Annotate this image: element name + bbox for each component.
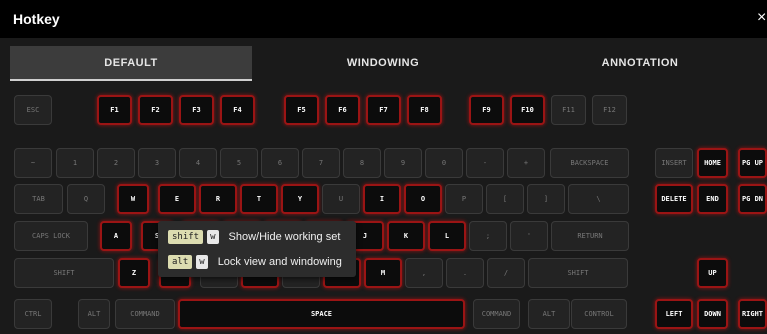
key-f7[interactable]: F7 bbox=[366, 95, 401, 125]
key-tab[interactable]: TAB bbox=[14, 184, 63, 214]
key-esc[interactable]: ESC bbox=[14, 95, 52, 125]
key-alt[interactable]: ALT bbox=[528, 299, 570, 329]
key-command[interactable]: COMMAND bbox=[115, 299, 175, 329]
key-sym1-12[interactable]: + bbox=[507, 148, 545, 178]
key-w[interactable]: W bbox=[117, 184, 149, 214]
key-alt[interactable]: ALT bbox=[78, 299, 110, 329]
key-sym3-10[interactable]: ; bbox=[469, 221, 507, 251]
key-sym4-8[interactable]: , bbox=[405, 258, 443, 288]
key-f2[interactable]: F2 bbox=[138, 95, 173, 125]
key-f5[interactable]: F5 bbox=[284, 95, 319, 125]
key-command[interactable]: COMMAND bbox=[473, 299, 520, 329]
key-y[interactable]: Y bbox=[281, 184, 319, 214]
key-up[interactable]: UP bbox=[697, 258, 728, 288]
key-9[interactable]: 9 bbox=[384, 148, 422, 178]
key-delete[interactable]: DELETE bbox=[655, 184, 693, 214]
key-backspace[interactable]: BACKSPACE bbox=[550, 148, 629, 178]
key-f11[interactable]: F11 bbox=[551, 95, 586, 125]
key-sym2-12[interactable]: ] bbox=[527, 184, 565, 214]
key-q[interactable]: Q bbox=[67, 184, 105, 214]
key-p[interactable]: P bbox=[445, 184, 483, 214]
key-m[interactable]: M bbox=[364, 258, 402, 288]
key-sym2-13[interactable]: \ bbox=[568, 184, 629, 214]
key-f10[interactable]: F10 bbox=[510, 95, 545, 125]
key-sym2-11[interactable]: [ bbox=[486, 184, 524, 214]
key-f6[interactable]: F6 bbox=[325, 95, 360, 125]
tooltip-description: Lock view and windowing bbox=[217, 256, 342, 268]
key-f9[interactable]: F9 bbox=[469, 95, 504, 125]
key-shift[interactable]: SHIFT bbox=[14, 258, 114, 288]
key-ctrl[interactable]: CTRL bbox=[14, 299, 52, 329]
key-e[interactable]: E bbox=[158, 184, 196, 214]
key-8[interactable]: 8 bbox=[343, 148, 381, 178]
tooltip-row: shift w Show/Hide working set bbox=[168, 229, 340, 245]
key-t[interactable]: T bbox=[240, 184, 278, 214]
key-left[interactable]: LEFT bbox=[655, 299, 693, 329]
key-sym1-0[interactable]: ~ bbox=[14, 148, 52, 178]
key-sym4-9[interactable]: . bbox=[446, 258, 484, 288]
key-2[interactable]: 2 bbox=[97, 148, 135, 178]
key-badge: w bbox=[196, 255, 208, 269]
key-pg-up[interactable]: PG UP bbox=[738, 148, 767, 178]
key-pg-dn[interactable]: PG DN bbox=[738, 184, 767, 214]
tooltip-description: Show/Hide working set bbox=[228, 231, 341, 243]
key-down[interactable]: DOWN bbox=[697, 299, 728, 329]
key-shift[interactable]: SHIFT bbox=[528, 258, 628, 288]
key-a[interactable]: A bbox=[100, 221, 132, 251]
key-6[interactable]: 6 bbox=[261, 148, 299, 178]
key-return[interactable]: RETURN bbox=[551, 221, 629, 251]
modifier-key-badge: shift bbox=[168, 230, 204, 244]
key-r[interactable]: R bbox=[199, 184, 237, 214]
key-home[interactable]: HOME bbox=[697, 148, 728, 178]
key-f12[interactable]: F12 bbox=[592, 95, 627, 125]
key-f3[interactable]: F3 bbox=[179, 95, 214, 125]
key-end[interactable]: END bbox=[697, 184, 728, 214]
key-0[interactable]: 0 bbox=[425, 148, 463, 178]
key-7[interactable]: 7 bbox=[302, 148, 340, 178]
key-insert[interactable]: INSERT bbox=[655, 148, 693, 178]
key-i[interactable]: I bbox=[363, 184, 401, 214]
key-k[interactable]: K bbox=[387, 221, 425, 251]
key-3[interactable]: 3 bbox=[138, 148, 176, 178]
key-1[interactable]: 1 bbox=[56, 148, 94, 178]
key-z[interactable]: Z bbox=[118, 258, 150, 288]
key-sym3-11[interactable]: ' bbox=[510, 221, 548, 251]
key-f1[interactable]: F1 bbox=[97, 95, 132, 125]
key-sym1-11[interactable]: - bbox=[466, 148, 504, 178]
keyboard: ESC F1 F2 F3 F4 F5 F6 F7 F8 F9 F10 F11 F12 ~1 2 3 4 5 6 7 8 9… bbox=[0, 0, 767, 334]
key-sym4-10[interactable]: / bbox=[487, 258, 525, 288]
key-space[interactable]: SPACE bbox=[178, 299, 465, 329]
key-u[interactable]: U bbox=[322, 184, 360, 214]
key-4[interactable]: 4 bbox=[179, 148, 217, 178]
key-right[interactable]: RIGHT bbox=[738, 299, 767, 329]
key-l[interactable]: L bbox=[428, 221, 466, 251]
tooltip-row: alt w Lock view and windowing bbox=[168, 254, 342, 270]
modifier-key-badge: alt bbox=[168, 255, 193, 269]
key-badge: w bbox=[207, 230, 219, 244]
key-caps-lock[interactable]: CAPS LOCK bbox=[14, 221, 88, 251]
key-o[interactable]: O bbox=[404, 184, 442, 214]
key-f4[interactable]: F4 bbox=[220, 95, 255, 125]
key-5[interactable]: 5 bbox=[220, 148, 258, 178]
key-f8[interactable]: F8 bbox=[407, 95, 442, 125]
hotkey-tooltip: shift w Show/Hide working set alt w Lock… bbox=[158, 221, 356, 277]
key-control[interactable]: CONTROL bbox=[571, 299, 627, 329]
